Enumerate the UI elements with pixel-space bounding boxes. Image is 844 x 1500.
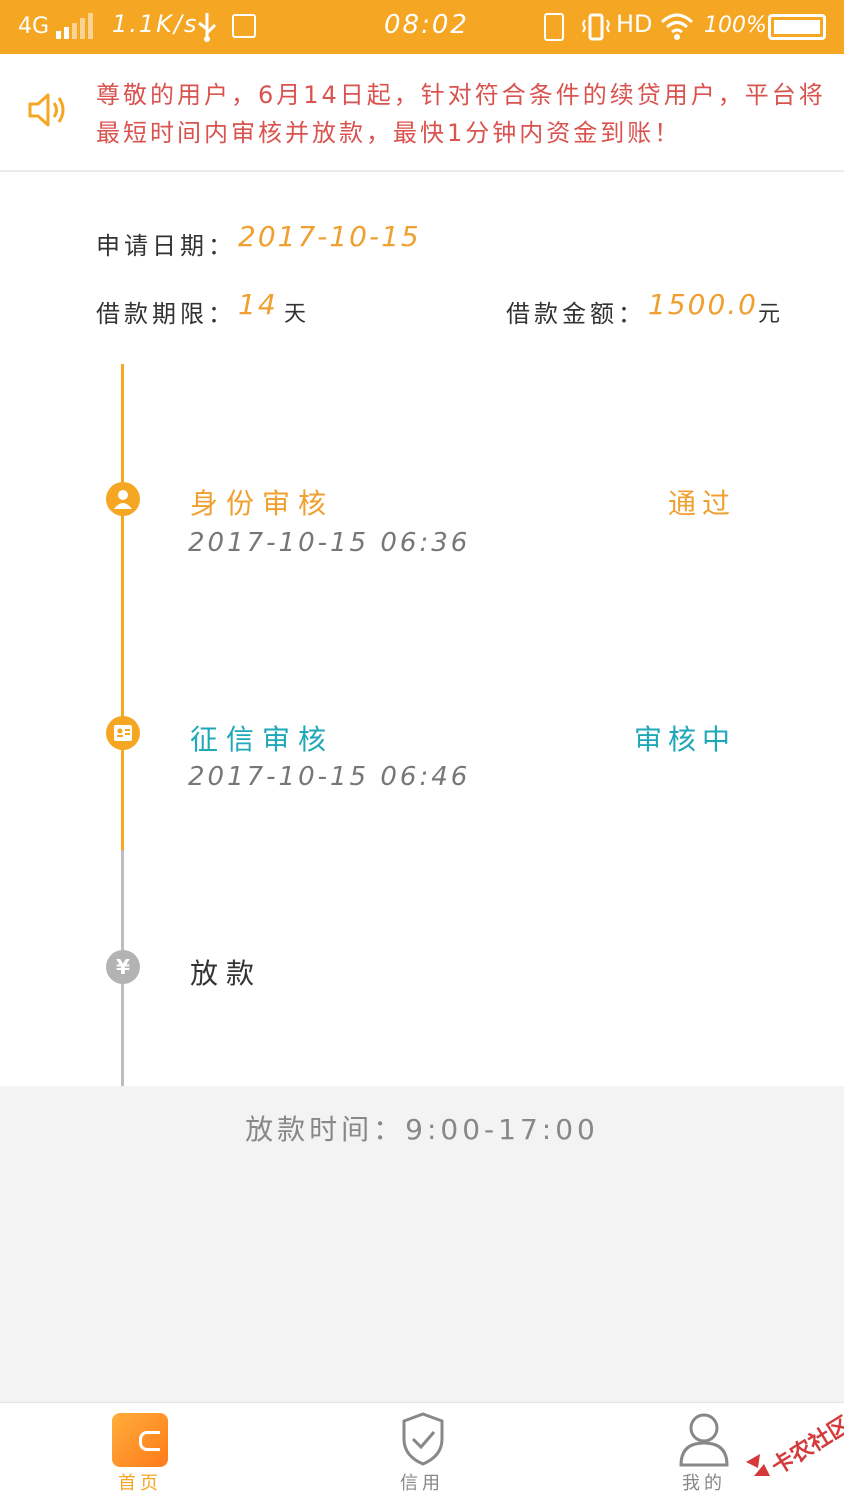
step-credit-time: 2017-10-15 06:46 [188, 762, 471, 792]
step-identity-status: 通过 [667, 487, 736, 520]
loan-term-label: 借款期限： [96, 300, 236, 328]
vibrate-icon [582, 13, 610, 41]
usb-icon [198, 13, 217, 42]
loan-amount-label: 借款金额： [506, 300, 646, 328]
nav-home[interactable]: 首页 [80, 1403, 200, 1500]
footer-area: 放款时间：9:00-17:00 [0, 1086, 844, 1402]
yen-icon: ¥ [106, 950, 140, 984]
charging-icon [544, 13, 564, 41]
step-identity-title: 身份审核 [190, 487, 335, 520]
battery-percent: 100% [704, 13, 767, 38]
progress-timeline: 身份审核 2017-10-15 06:36 通过 征信审核 2017-10-15… [0, 364, 844, 1086]
apply-date-value: 2017-10-15 [238, 220, 421, 253]
user-icon [106, 482, 140, 516]
shield-check-icon [402, 1412, 444, 1466]
speaker-icon [28, 93, 65, 127]
person-icon [679, 1413, 729, 1467]
loan-term-unit: 天 [284, 302, 307, 327]
disbursement-hours: 放款时间：9:00-17:00 [245, 1113, 599, 1146]
step-identity-time: 2017-10-15 06:36 [188, 528, 471, 558]
loan-amount-value: 1500.0 [648, 288, 758, 321]
battery-icon [768, 14, 826, 40]
hd-indicator: HD [616, 10, 653, 38]
network-type: 4G [18, 14, 50, 39]
network-speed: 1.1K/s [112, 10, 199, 38]
wifi-icon [660, 13, 694, 40]
loan-info-card: 申请日期： 2017-10-15 借款期限： 14 天 借款金额： 1500.0… [0, 174, 844, 364]
timeline-line-done [121, 364, 124, 850]
step-credit-title: 征信审核 [190, 723, 335, 756]
clock: 08:02 [384, 10, 469, 40]
nav-home-label: 首页 [118, 1473, 162, 1494]
step-credit-status: 审核中 [633, 723, 736, 756]
id-card-icon [106, 716, 140, 750]
loan-term-value: 14 [238, 288, 278, 321]
nav-credit-label: 信用 [400, 1473, 444, 1494]
usb-debug-icon [232, 14, 256, 38]
apply-date-label: 申请日期： [96, 232, 236, 260]
notice-text: 尊敬的用户，6月14日起，针对符合条件的续贷用户，平台将最短时间内审核并放款，最… [96, 81, 826, 147]
nav-credit[interactable]: 信用 [362, 1403, 482, 1500]
loan-amount-unit: 元 [758, 302, 781, 327]
bottom-nav: 首页 信用 我的 [0, 1402, 844, 1500]
step-disburse-title: 放款 [190, 957, 263, 990]
status-bar: 4G 1.1K/s 08:02 HD 100% [0, 0, 844, 54]
notice-banner: 尊敬的用户，6月14日起，针对符合条件的续贷用户，平台将最短时间内审核并放款，最… [0, 54, 844, 172]
signal-icon [56, 13, 93, 39]
wallet-icon [112, 1413, 168, 1467]
